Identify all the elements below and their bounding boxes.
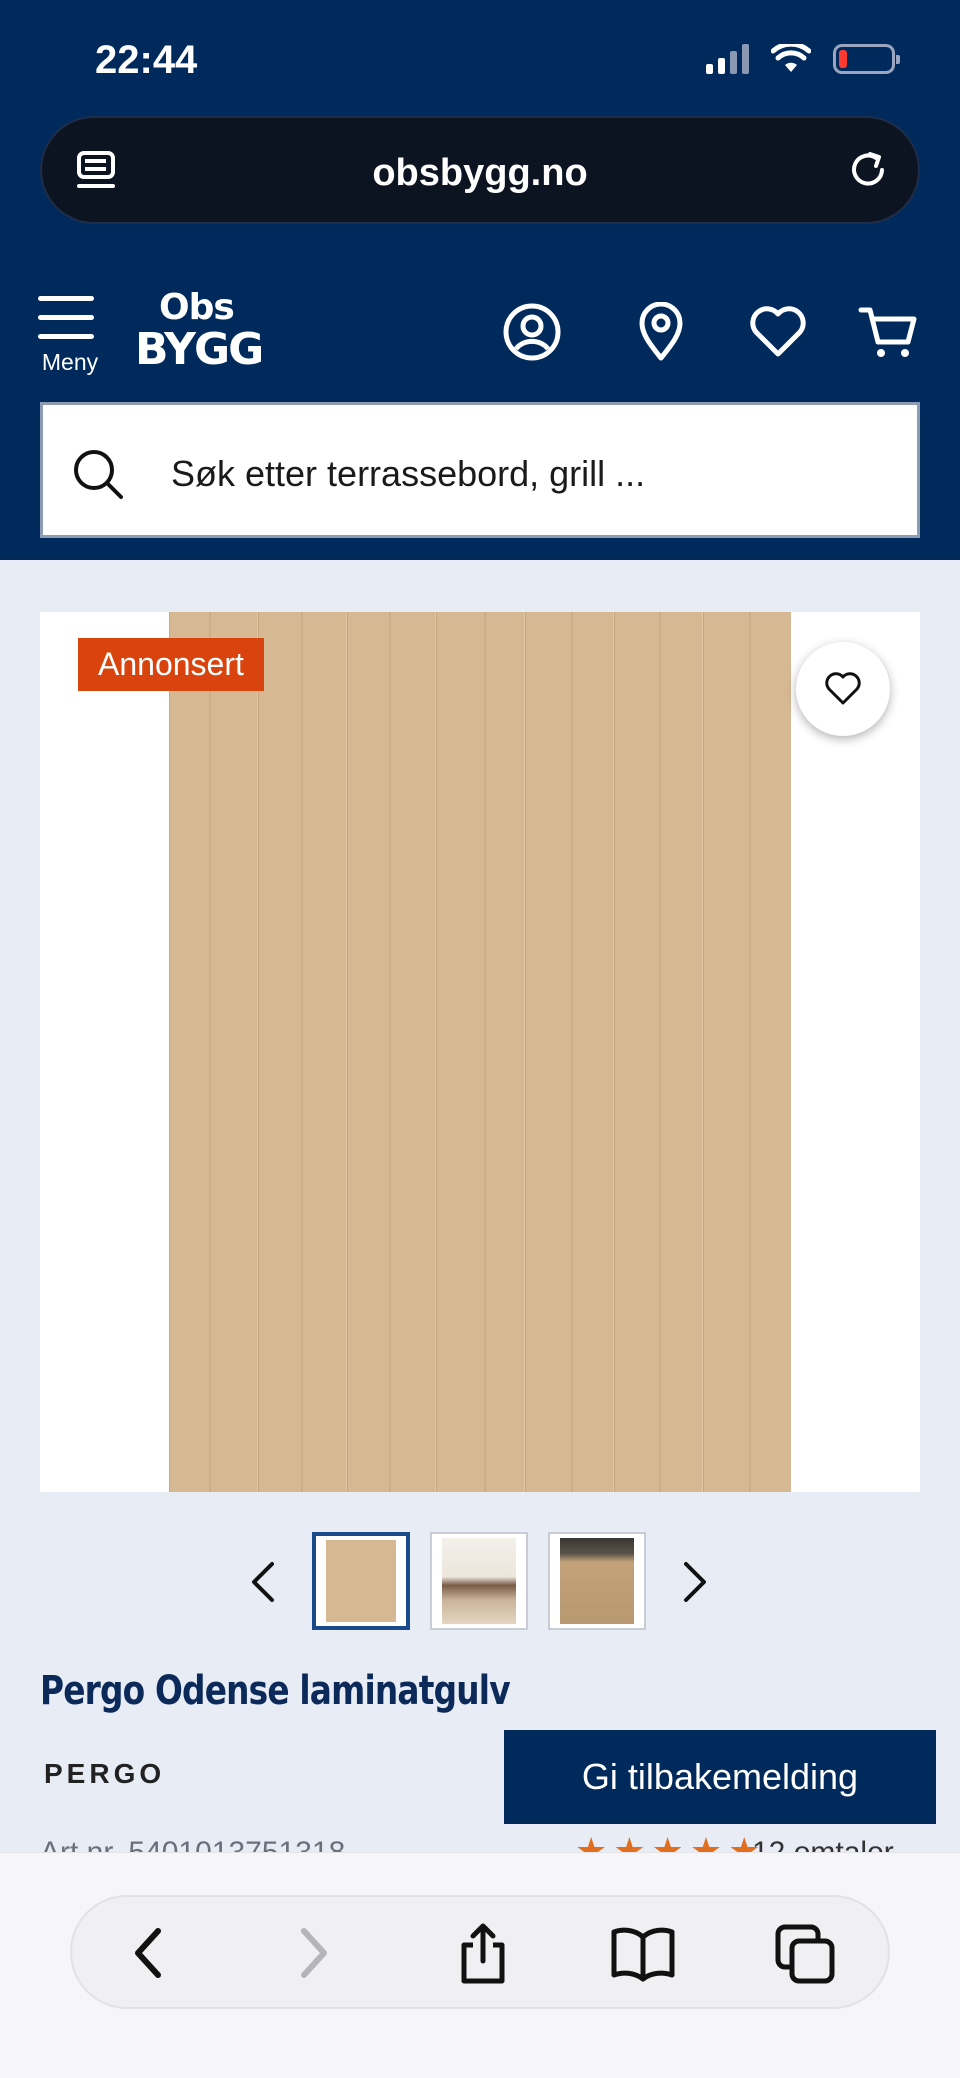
browser-toolbar — [0, 1852, 960, 2078]
cart-icon[interactable] — [858, 302, 918, 362]
search-placeholder: Søk etter terrassebord, grill ... — [171, 453, 646, 494]
product-image-card[interactable]: Annonsert — [40, 612, 920, 1492]
heart-icon[interactable] — [823, 669, 863, 709]
wifi-icon — [771, 44, 811, 72]
hamburger-icon[interactable] — [38, 296, 102, 339]
address-bar[interactable]: obsbygg.no — [40, 116, 920, 224]
battery-icon — [833, 44, 900, 74]
menu-button[interactable]: Meny — [38, 296, 102, 376]
thumbnail-2[interactable] — [430, 1532, 528, 1630]
image-thumbnails — [0, 1532, 960, 1632]
toolbar-pill — [70, 1895, 890, 2009]
product-image[interactable] — [169, 612, 791, 1492]
share-icon[interactable] — [456, 1923, 510, 1985]
search-input[interactable]: Søk etter terrassebord, grill ... — [40, 402, 920, 538]
back-icon[interactable] — [128, 1923, 168, 1983]
obs-bygg-logo[interactable]: Obs BYGG — [135, 290, 264, 372]
cellular-signal-icon — [706, 44, 749, 74]
account-icon[interactable] — [502, 302, 562, 362]
site-header: 22:44 obsbygg.no Meny Obs BYGG Søk etter… — [0, 0, 960, 560]
url-text[interactable]: obsbygg.no — [42, 152, 918, 195]
feedback-button[interactable]: Gi tilbakemelding — [504, 1730, 936, 1824]
thumbnail-1[interactable] — [312, 1532, 410, 1630]
chevron-left-icon[interactable] — [248, 1560, 278, 1604]
status-time: 22:44 — [95, 38, 198, 82]
add-to-wishlist-button[interactable] — [796, 642, 890, 736]
menu-label: Meny — [41, 349, 99, 375]
thumbnail-3[interactable] — [548, 1532, 646, 1630]
search-icon — [74, 450, 123, 499]
tabs-icon[interactable] — [774, 1923, 836, 1985]
status-icons — [706, 44, 900, 74]
brand-logo[interactable]: PERGO — [44, 1758, 165, 1790]
sponsored-badge: Annonsert — [78, 638, 264, 691]
forward-icon[interactable] — [294, 1923, 334, 1983]
reload-icon[interactable] — [846, 148, 890, 192]
chevron-right-icon[interactable] — [680, 1560, 710, 1604]
bookmarks-icon[interactable] — [610, 1923, 676, 1983]
product-title: Pergo Odense laminatgulv — [40, 1668, 511, 1714]
store-location-icon[interactable] — [638, 302, 684, 362]
wishlist-heart-icon[interactable] — [748, 302, 808, 362]
